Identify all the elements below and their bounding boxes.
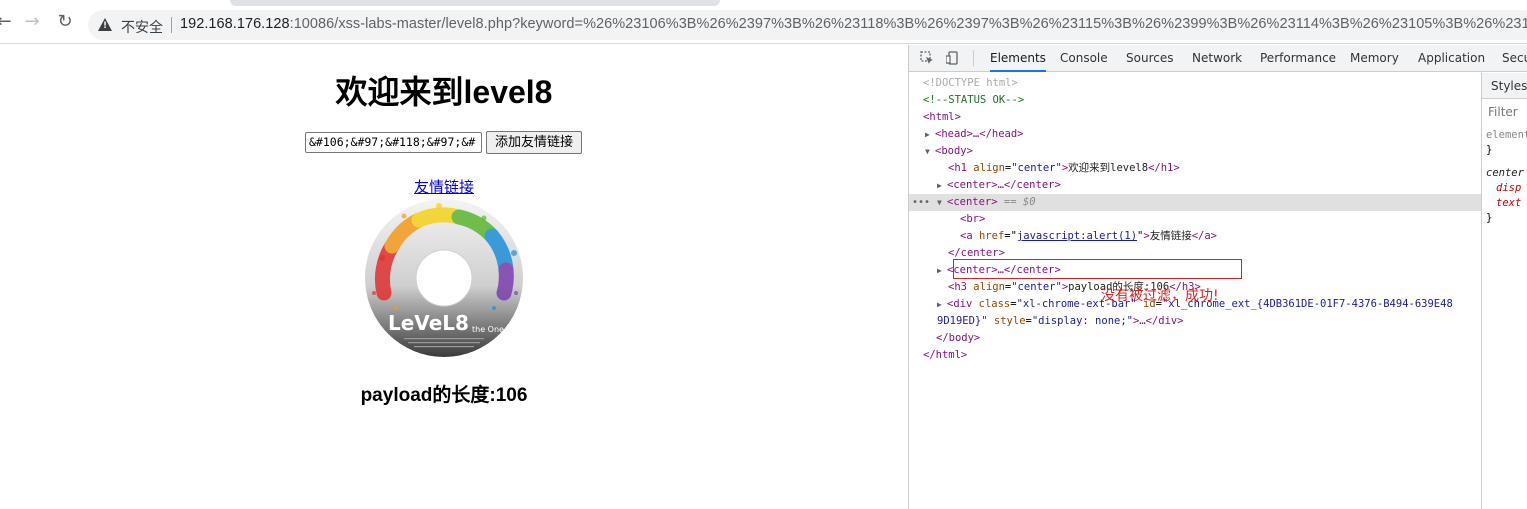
forward-arrow-icon[interactable]: → xyxy=(22,12,42,32)
style-rule-center[interactable]: center xyxy=(1486,167,1524,179)
collapse-triangle-icon[interactable]: ▼ xyxy=(937,194,947,211)
expand-triangle-icon[interactable]: ▶ xyxy=(937,296,947,313)
dom-node-comment[interactable]: <!--STATUS OK--> xyxy=(909,92,1481,109)
dom-tree: <!DOCTYPE html> <!--STATUS OK--> <html> … xyxy=(909,73,1481,509)
dom-node-head[interactable]: ▶ <head>…</head> xyxy=(909,126,1481,143)
url-host: 192.168.176.128 xyxy=(180,16,290,32)
html-open-tag: <html> xyxy=(923,111,961,123)
friend-link[interactable]: 友情链接 xyxy=(0,176,888,197)
add-link-button[interactable]: 添加友情链接 xyxy=(486,131,582,154)
styles-pane: Styles Filter element } center disp text… xyxy=(1481,73,1527,509)
toolbar-divider xyxy=(973,50,974,66)
comment-text: <!--STATUS OK--> xyxy=(923,94,1025,106)
a-href-link[interactable]: javascript:alert(1) xyxy=(1017,230,1137,242)
a-open-tag: <a xyxy=(960,230,973,242)
a-text: 友情链接 xyxy=(1149,230,1192,242)
center-open-tag: <center> xyxy=(947,196,998,208)
tab-console[interactable]: Console xyxy=(1060,45,1108,72)
tab-elements[interactable]: Elements xyxy=(990,45,1046,72)
h1-text: 欢迎来到level8 xyxy=(1068,162,1149,174)
reload-icon[interactable]: ↻ xyxy=(55,12,75,32)
tab-application[interactable]: Application xyxy=(1418,45,1485,72)
url-path: :10086/xss-labs-master/level8.php?keywor… xyxy=(289,16,1527,32)
h1-close-tag: </h1> xyxy=(1148,162,1180,174)
div-style-attr: style xyxy=(993,315,1026,327)
h3-open-tag: <h3 xyxy=(948,281,967,293)
dom-node-br[interactable]: <br> xyxy=(909,211,1481,228)
style-rule-close: } xyxy=(1486,144,1493,156)
tab-styles[interactable]: Styles xyxy=(1482,73,1527,99)
center-close-tag: </center> xyxy=(948,247,1005,259)
browser-toolbar: ← → ↻ 不安全 192.168.176.128:10086/xss-labs… xyxy=(0,0,1527,44)
warning-icon[interactable] xyxy=(98,18,112,31)
tab-security[interactable]: Secu xyxy=(1502,45,1527,72)
url-text[interactable]: 192.168.176.128:10086/xss-labs-master/le… xyxy=(180,16,1527,32)
h3-attr-name: align xyxy=(973,281,1005,293)
tab-network[interactable]: Network xyxy=(1192,45,1242,72)
dom-node-html-close[interactable]: </html> xyxy=(909,347,1481,364)
style-rule-element[interactable]: element xyxy=(1486,129,1527,141)
style-rule-close-2: } xyxy=(1486,212,1493,224)
omnibox-divider xyxy=(171,17,172,33)
highlight-box xyxy=(953,259,1242,279)
h1-attr-value: "center" xyxy=(1011,162,1062,174)
dom-node-anchor[interactable]: <a href="javascript:alert(1)">友情链接</a> xyxy=(909,228,1481,245)
web-page: 欢迎来到level8 &#106;&#97;&#118;&#97;&# 添加友情… xyxy=(0,45,908,509)
security-label[interactable]: 不安全 xyxy=(121,17,163,37)
expand-triangle-icon[interactable]: ▶ xyxy=(925,126,935,143)
dom-node-center-selected[interactable]: ••• ▼ <center> == $0 xyxy=(909,194,1481,211)
address-bar[interactable]: 不安全 192.168.176.128:10086/xss-labs-maste… xyxy=(88,10,1527,40)
body-open-tag: <body> xyxy=(935,145,973,157)
style-prop-display[interactable]: disp xyxy=(1496,182,1521,194)
doctype-text: <!DOCTYPE html> xyxy=(923,77,1018,89)
devtools-toolbar: Elements Console Sources Network Perform… xyxy=(909,45,1527,72)
annotation-note: 没有被过滤，成功! xyxy=(1101,288,1219,304)
body-close-tag: </body> xyxy=(936,332,981,344)
more-options-icon[interactable]: ••• xyxy=(912,194,930,211)
br-tag: <br> xyxy=(960,213,986,225)
div-rest: >…</div> xyxy=(1133,315,1184,327)
dom-node-center-1[interactable]: ▶ <center>…</center> xyxy=(909,177,1481,194)
tab-memory[interactable]: Memory xyxy=(1350,45,1399,72)
h3-attr-value: "center" xyxy=(1011,281,1062,293)
tab-performance[interactable]: Performance xyxy=(1260,45,1336,72)
h1-attr-name: align xyxy=(973,162,1005,174)
dom-node-html[interactable]: <html> xyxy=(909,109,1481,126)
devtools-panel: Elements Console Sources Network Perform… xyxy=(908,45,1527,509)
a-attr-name: href xyxy=(978,230,1005,242)
style-prop-text[interactable]: text xyxy=(1496,197,1521,209)
keyword-input[interactable]: &#106;&#97;&#118;&#97;&# xyxy=(305,132,482,153)
device-toolbar-icon[interactable] xyxy=(946,51,960,65)
dom-node-div-cont[interactable]: 9D19ED}" style="display: none;">…</div> xyxy=(909,313,1481,330)
selected-marker: == $0 xyxy=(1003,196,1036,208)
payload-length-heading: payload的长度:106 xyxy=(360,385,528,406)
expand-triangle-icon[interactable]: ▶ xyxy=(937,177,947,194)
div-class-attr: class xyxy=(978,298,1011,310)
div-style-value: "display: none;" xyxy=(1031,315,1133,327)
disc-logo-small: the One xyxy=(472,325,504,334)
div-id-value-cont: 9D19ED}" xyxy=(937,315,988,327)
dom-node-doctype[interactable]: <!DOCTYPE html> xyxy=(909,75,1481,92)
a-close-tag: </a> xyxy=(1191,230,1217,242)
level8-disc-image: LeVeL8 the One xyxy=(365,199,523,357)
back-arrow-icon[interactable]: ← xyxy=(0,12,14,32)
div-open-tag: <div xyxy=(947,298,973,310)
dom-node-body[interactable]: ▼ <body> xyxy=(909,143,1481,160)
collapse-triangle-icon[interactable]: ▼ xyxy=(925,143,935,160)
page-title: 欢迎来到level8 xyxy=(335,74,553,110)
dom-node-body-close[interactable]: </body> xyxy=(909,330,1481,347)
h1-open-tag: <h1 xyxy=(948,162,967,174)
expand-triangle-icon[interactable]: ▶ xyxy=(937,262,947,279)
dom-node-h1[interactable]: <h1 align="center">欢迎来到level8</h1> xyxy=(909,160,1481,177)
inspect-element-icon[interactable] xyxy=(920,51,934,65)
head-tag: <head>…</head> xyxy=(935,128,1024,140)
tab-sources[interactable]: Sources xyxy=(1126,45,1173,72)
disc-logo-text: LeVeL8 xyxy=(388,311,469,335)
tab-strip[interactable] xyxy=(230,0,720,6)
center-collapsed-tag: <center>…</center> xyxy=(947,179,1061,191)
html-close-tag: </html> xyxy=(923,349,968,361)
styles-filter-input[interactable]: Filter xyxy=(1488,105,1518,119)
